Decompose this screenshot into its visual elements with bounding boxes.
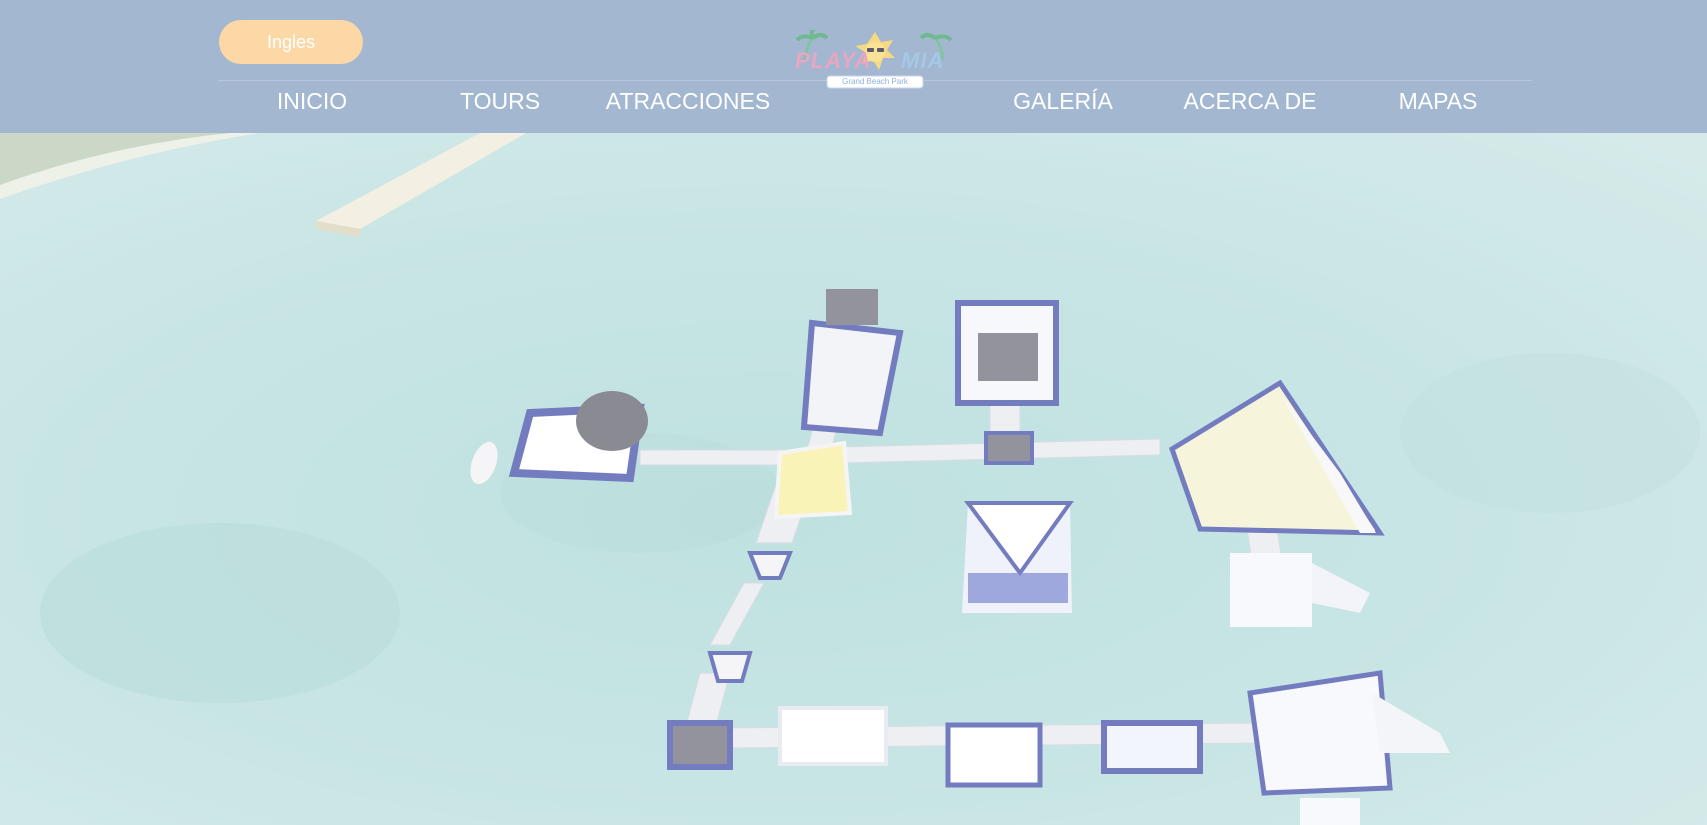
site-header: Ingles INICIO TOURS ATRACCIONES GALERÍA …	[0, 0, 1707, 133]
nav-tours[interactable]: TOURS	[450, 85, 550, 117]
nav-acerca-de[interactable]: ACERCA DE	[1170, 85, 1330, 117]
waterpark-aerial-illustration	[0, 133, 1707, 825]
logo-brand-right: MIA	[901, 48, 945, 73]
language-button[interactable]: Ingles	[219, 20, 363, 64]
nav-galeria[interactable]: GALERÍA	[1003, 85, 1123, 117]
logo-tagline: Grand Beach Park	[842, 77, 908, 86]
logo-brand-left: PLAYA	[795, 48, 872, 73]
nav-mapas[interactable]: MAPAS	[1388, 85, 1488, 117]
nav-atracciones[interactable]: ATRACCIONES	[598, 85, 778, 117]
nav-inicio[interactable]: INICIO	[262, 85, 362, 117]
hero-aerial-image	[0, 133, 1707, 825]
playa-mia-logo[interactable]: PLAYA MIA Grand Beach Park	[793, 26, 957, 92]
